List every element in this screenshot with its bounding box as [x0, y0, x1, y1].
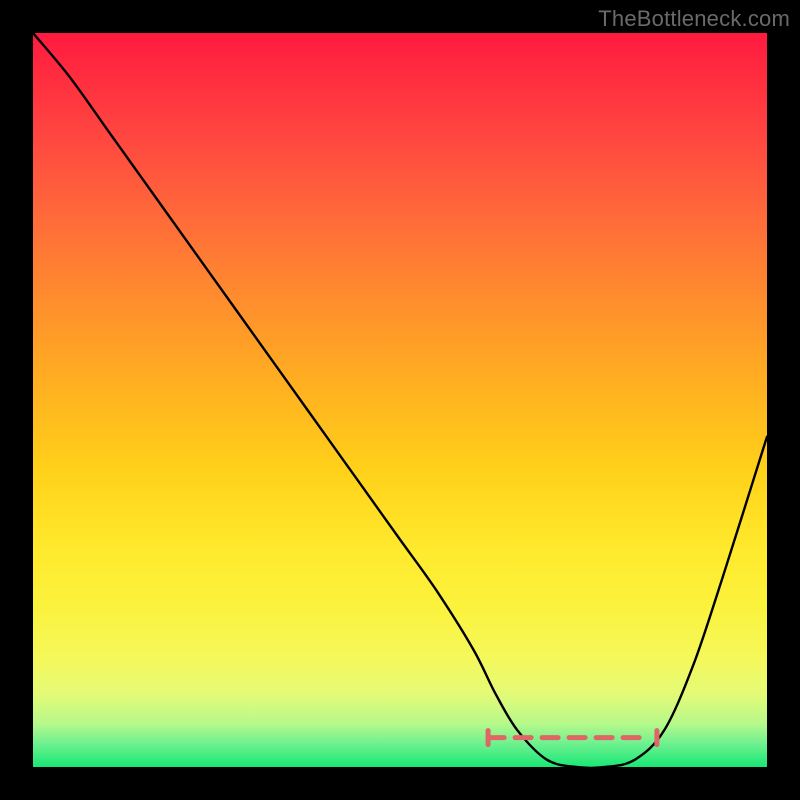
optimal-range-dashes [33, 33, 767, 767]
chart-plot-area [33, 33, 767, 767]
dash-group [488, 731, 657, 745]
watermark-text: TheBottleneck.com [598, 6, 790, 32]
